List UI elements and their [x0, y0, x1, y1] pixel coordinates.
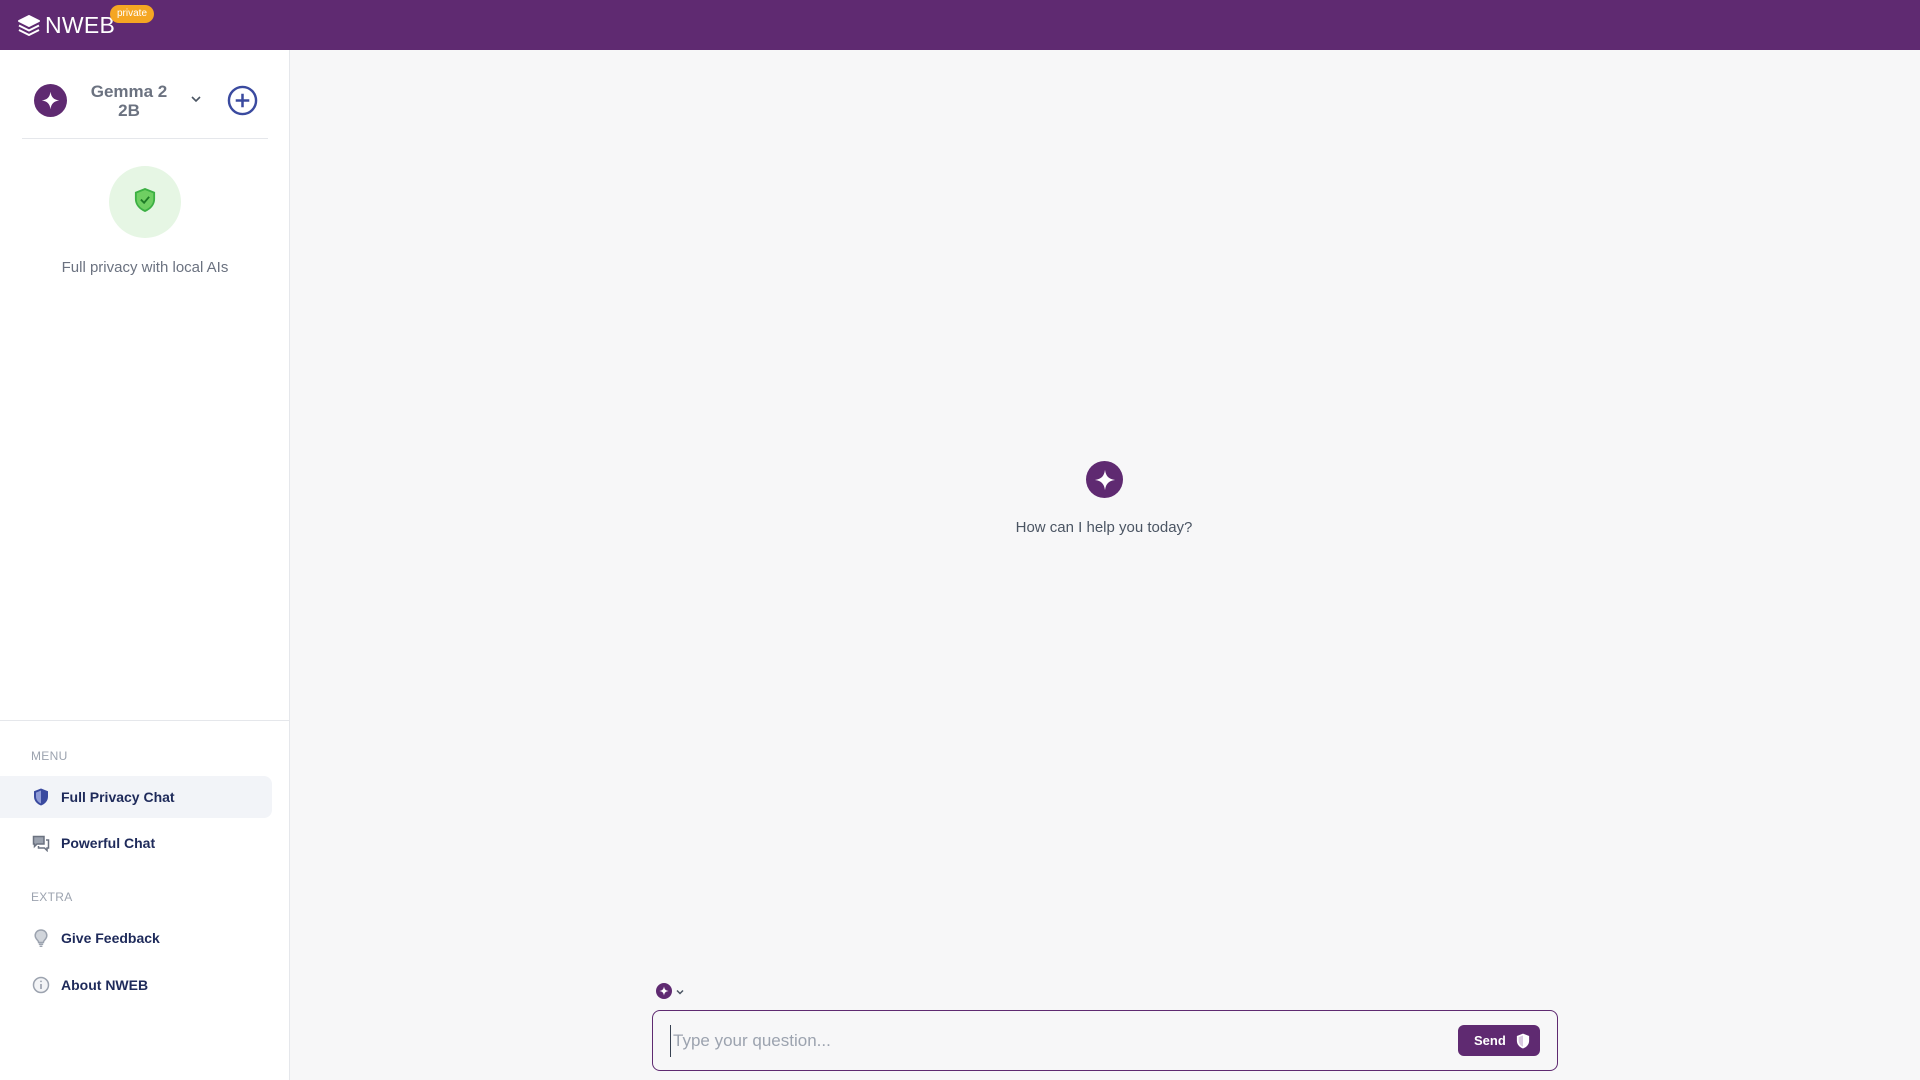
sidebar-item-give-feedback[interactable]: Give Feedback [0, 917, 272, 959]
shield-check-icon [134, 187, 156, 217]
message-composer: Send [652, 1010, 1558, 1071]
chevron-down-icon[interactable] [188, 91, 204, 107]
main-chat-area: How can I help you today? Send [291, 50, 1920, 1080]
sidebar-item-powerful-chat[interactable]: Powerful Chat [0, 822, 272, 864]
top-bar: NWEB private [0, 0, 1920, 50]
greeting-text: How can I help you today? [1015, 519, 1193, 536]
brand-logo[interactable]: NWEB [17, 12, 115, 38]
send-label: Send [1474, 1033, 1506, 1048]
composer-model-selector[interactable] [656, 983, 686, 999]
send-button[interactable]: Send [1458, 1025, 1540, 1056]
add-model-button[interactable] [227, 85, 258, 116]
shield-icon [32, 788, 50, 806]
sparkle-icon [656, 983, 672, 999]
sparkle-icon [34, 84, 67, 117]
question-input[interactable] [670, 1025, 1450, 1057]
layers-icon [17, 13, 41, 37]
brand-name: NWEB [45, 12, 116, 38]
chat-bubbles-icon [32, 834, 50, 852]
private-badge: private [110, 5, 155, 23]
sidebar-menu: MENU Full Privacy Chat Powerful Chat EXT… [0, 720, 290, 1080]
privacy-text: Full privacy with local AIs [61, 259, 229, 276]
sidebar-item-label: About NWEB [61, 977, 149, 993]
info-icon [32, 976, 50, 994]
sidebar-item-label: Full Privacy Chat [61, 789, 175, 805]
sidebar-item-full-privacy-chat[interactable]: Full Privacy Chat [0, 776, 272, 818]
shield-icon [1516, 1033, 1530, 1049]
extra-section-label: EXTRA [31, 890, 73, 904]
sidebar-item-label: Powerful Chat [61, 835, 156, 851]
sidebar: Gemma 2 2B Full privacy with local AIs M… [0, 50, 290, 1080]
sparkle-icon [1086, 461, 1123, 498]
privacy-badge [109, 166, 181, 238]
plus-circle-icon [227, 85, 258, 116]
sidebar-item-label: Give Feedback [61, 930, 160, 946]
model-name[interactable]: Gemma 2 2B [82, 82, 176, 120]
menu-section-label: MENU [31, 749, 68, 763]
sidebar-item-about-nweb[interactable]: About NWEB [0, 964, 272, 1006]
chevron-down-icon [674, 985, 686, 997]
model-selector: Gemma 2 2B [22, 50, 268, 139]
lightbulb-icon [32, 929, 50, 947]
